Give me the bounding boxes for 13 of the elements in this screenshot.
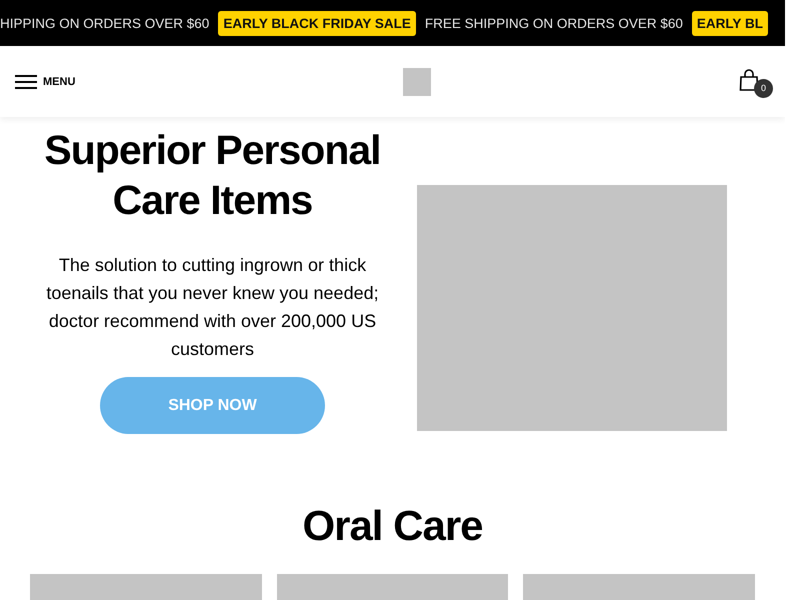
hero-description: The solution to cutting ingrown or thick toenails that you never knew you needed; doctor recommend with over 200,000 US customers xyxy=(45,254,380,361)
section-title: Oral Care xyxy=(301,501,484,551)
cart-count: 0 xyxy=(754,78,773,98)
hero-title: Superior Personal Care Items xyxy=(43,126,382,225)
cart-button[interactable]: 0 xyxy=(738,66,773,96)
announcement-text: HIPPING ON ORDERS OVER $60 xyxy=(0,16,210,30)
shopping-bag-icon xyxy=(738,69,759,91)
logo-placeholder[interactable] xyxy=(403,68,432,96)
sale-badge[interactable]: EARLY BLACK FRIDAY SALE xyxy=(218,10,416,36)
menu-icon xyxy=(15,74,37,90)
announcement-text: FREE SHIPPING ON ORDERS OVER $60 xyxy=(424,16,683,30)
menu-button[interactable]: MENU xyxy=(15,74,76,90)
sale-badge[interactable]: EARLY BL xyxy=(692,10,768,36)
